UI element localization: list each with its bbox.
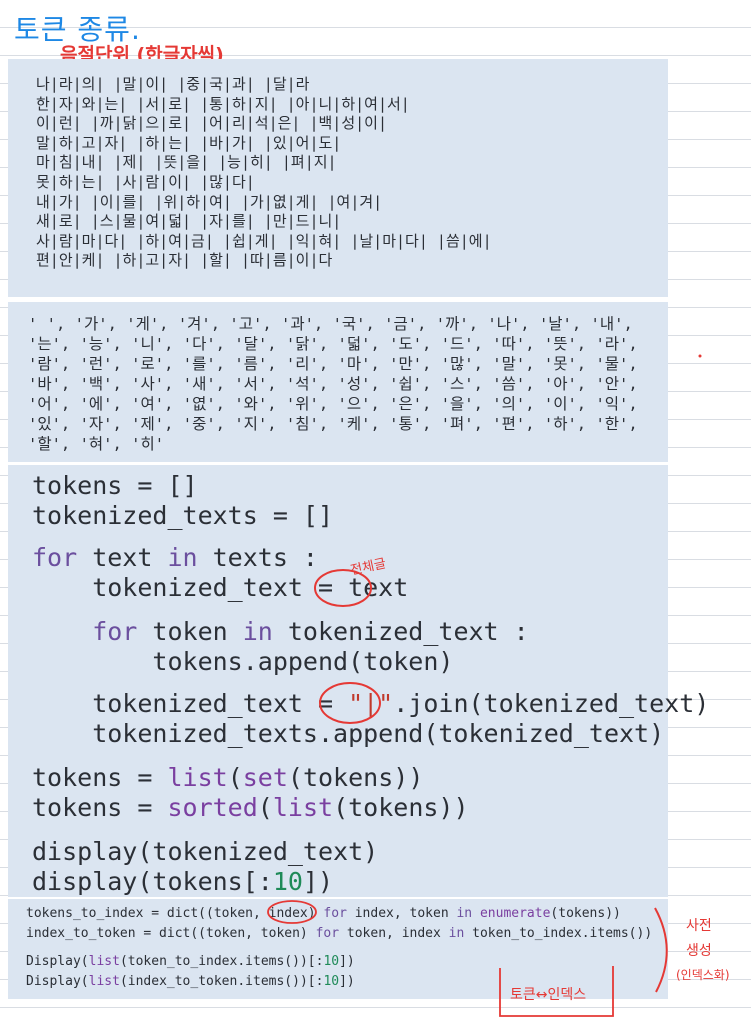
syllable-line: 한|자|와|는| |서|로| |통|하|지| |아|니|하|여|서|	[36, 94, 410, 113]
circled-separator: "|"	[348, 689, 394, 718]
syllable-output-panel: 나|라|의| |말|이| |중|국|과| |달|라 한|자|와|는| |서|로|…	[8, 59, 668, 297]
code-line: tokens = list(set(tokens))	[32, 763, 424, 792]
note-token-index: 토큰↔인덱스	[510, 987, 587, 1003]
syllable-line: 편|안|케| |하|고|자| |할| |따|름|이|다	[36, 251, 333, 270]
token-line: '있', '자', '제', '중', '지', '침', '케', '통', …	[28, 415, 638, 433]
syllable-line: 사|람|마|다| |하|여|금| |쉽|게| |익|혀| |날|마|다| |씀|…	[36, 231, 492, 250]
syllable-line: 내|가| |이|를| |위|하|여| |가|엾|게| |여|겨|	[36, 192, 383, 211]
token-line: '할', '혀', '히'	[28, 435, 165, 453]
note-indexing: (인덱스화)	[676, 968, 730, 982]
note-dictionary: 사전	[686, 918, 712, 934]
code-line: display(tokens[:10])	[32, 867, 334, 896]
code-line: tokens = []	[32, 471, 198, 500]
code-line: for text in texts :	[32, 543, 318, 572]
code-line: Display(list(index_to_token.items())[:10…	[26, 974, 355, 989]
code-line: index_to_token = dict((token, token) for…	[26, 926, 653, 941]
code-line: tokenized_texts.append(tokenized_text)	[32, 719, 665, 748]
code-line: tokenized_text = "|".join(tokenized_text…	[32, 689, 710, 718]
code-panel: tokens = [] tokenized_texts = [] for tex…	[8, 465, 709, 897]
syllable-line: 말|하|고|자| |하|는| |바|가| |있|어|도|	[36, 133, 342, 152]
code-line: tokens_to_index = dict((token, index) fo…	[26, 906, 621, 921]
token-line: '어', '에', '여', '엾', '와', '위', '으', '은', …	[28, 395, 638, 413]
code-line: display(tokenized_text)	[32, 837, 379, 866]
token-list-panel: ' ', '가', '게', '겨', '고', '과', '국', '금', …	[8, 302, 668, 462]
code-line: tokens = sorted(list(tokens))	[32, 793, 469, 822]
syllable-line: 마|침|내| |제| |뜻|을| |능|히| |펴|지|	[36, 153, 337, 172]
syllable-line: 못|하|는| |사|람|이| |많|다|	[36, 172, 255, 191]
token-line: '는', '능', '니', '다', '달', '닭', '덟', '도', …	[28, 335, 638, 353]
code-line: for token in tokenized_text :	[32, 617, 529, 646]
code-line: tokenized_texts = []	[32, 501, 334, 530]
note-create: 생성	[686, 943, 712, 959]
syllable-line: 새|로| |스|물|여|덟| |자|를| |만|드|니|	[36, 212, 342, 231]
token-line: '람', '런', '로', '를', '름', '리', '마', '만', …	[28, 355, 638, 373]
token-line: ' ', '가', '게', '겨', '고', '과', '국', '금', …	[28, 315, 633, 333]
code-line: tokens.append(token)	[32, 647, 454, 676]
code-line: Display(list(token_to_index.items())[:10…	[26, 954, 355, 969]
syllable-line: 이|런| |까|닭|으|로| |어|리|석|은| |백|성|이|	[36, 114, 387, 133]
token-line: '바', '백', '사', '새', '서', '석', '성', '쉽', …	[28, 375, 638, 393]
syllable-line: 나|라|의| |말|이| |중|국|과| |달|라	[36, 75, 310, 93]
